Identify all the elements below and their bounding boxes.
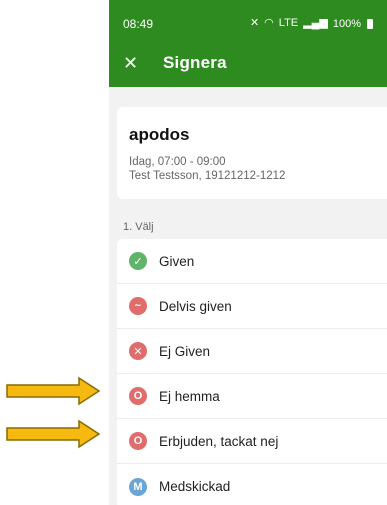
option-list: ✓ Given ~ Delvis given ✕ Ej Given O Ej h… (117, 239, 387, 505)
cross-icon: ✕ (129, 342, 147, 360)
battery-icon (367, 18, 373, 29)
option-label: Delvis given (159, 298, 232, 314)
m-letter-icon: M (129, 477, 147, 496)
option-given[interactable]: ✓ Given (117, 239, 387, 284)
medication-info-card: apodos Idag, 07:00 - 09:00 Test Testsson… (117, 107, 387, 199)
status-bar: 08:49 ✕ ◠ LTE ▂▄▆ 100% (109, 0, 387, 47)
option-label: Ej Given (159, 343, 211, 359)
option-ej-given[interactable]: ✕ Ej Given (117, 329, 387, 374)
o-letter-icon: O (129, 387, 147, 405)
check-icon: ✓ (129, 252, 147, 270)
phone-screen: 08:49 ✕ ◠ LTE ▂▄▆ 100% ✕ Signera apodos … (109, 0, 387, 505)
status-icons: ✕ ◠ LTE ▂▄▆ 100% (250, 18, 373, 30)
page-title: Signera (163, 53, 227, 72)
time-range: Idag, 07:00 - 09:00 (129, 156, 226, 168)
option-label: Ej hemma (159, 388, 220, 404)
option-label: Erbjuden, tackat nej (159, 433, 279, 449)
patient-info: Test Testsson, 19121212-1212 (129, 170, 286, 182)
app-bar: ✕ Signera (109, 47, 387, 87)
signal-icon: ▂▄▆ (303, 17, 328, 29)
option-erbjuden-tackat-nej[interactable]: O Erbjuden, tackat nej (117, 419, 387, 464)
section-label: 1. Välj (123, 221, 154, 233)
network-label: LTE (278, 17, 299, 29)
mute-icon: ✕ (249, 17, 260, 29)
close-icon[interactable]: ✕ (123, 54, 147, 72)
annotation-arrow-erbjuden (6, 419, 101, 449)
medication-title: apodos (129, 125, 190, 144)
battery-percent: 100% (332, 17, 361, 30)
annotation-arrow-ej-hemma (6, 376, 101, 406)
status-time: 08:49 (123, 16, 154, 31)
option-label: Given (159, 253, 195, 269)
option-delvis-given[interactable]: ~ Delvis given (117, 284, 387, 329)
option-ej-hemma[interactable]: O Ej hemma (117, 374, 387, 419)
tilde-icon: ~ (129, 297, 147, 315)
option-medskickad[interactable]: M Medskickad (117, 464, 387, 505)
o-letter-icon: O (129, 432, 147, 450)
option-label: Medskickad (159, 479, 231, 494)
wifi-icon: ◠ (264, 17, 274, 29)
